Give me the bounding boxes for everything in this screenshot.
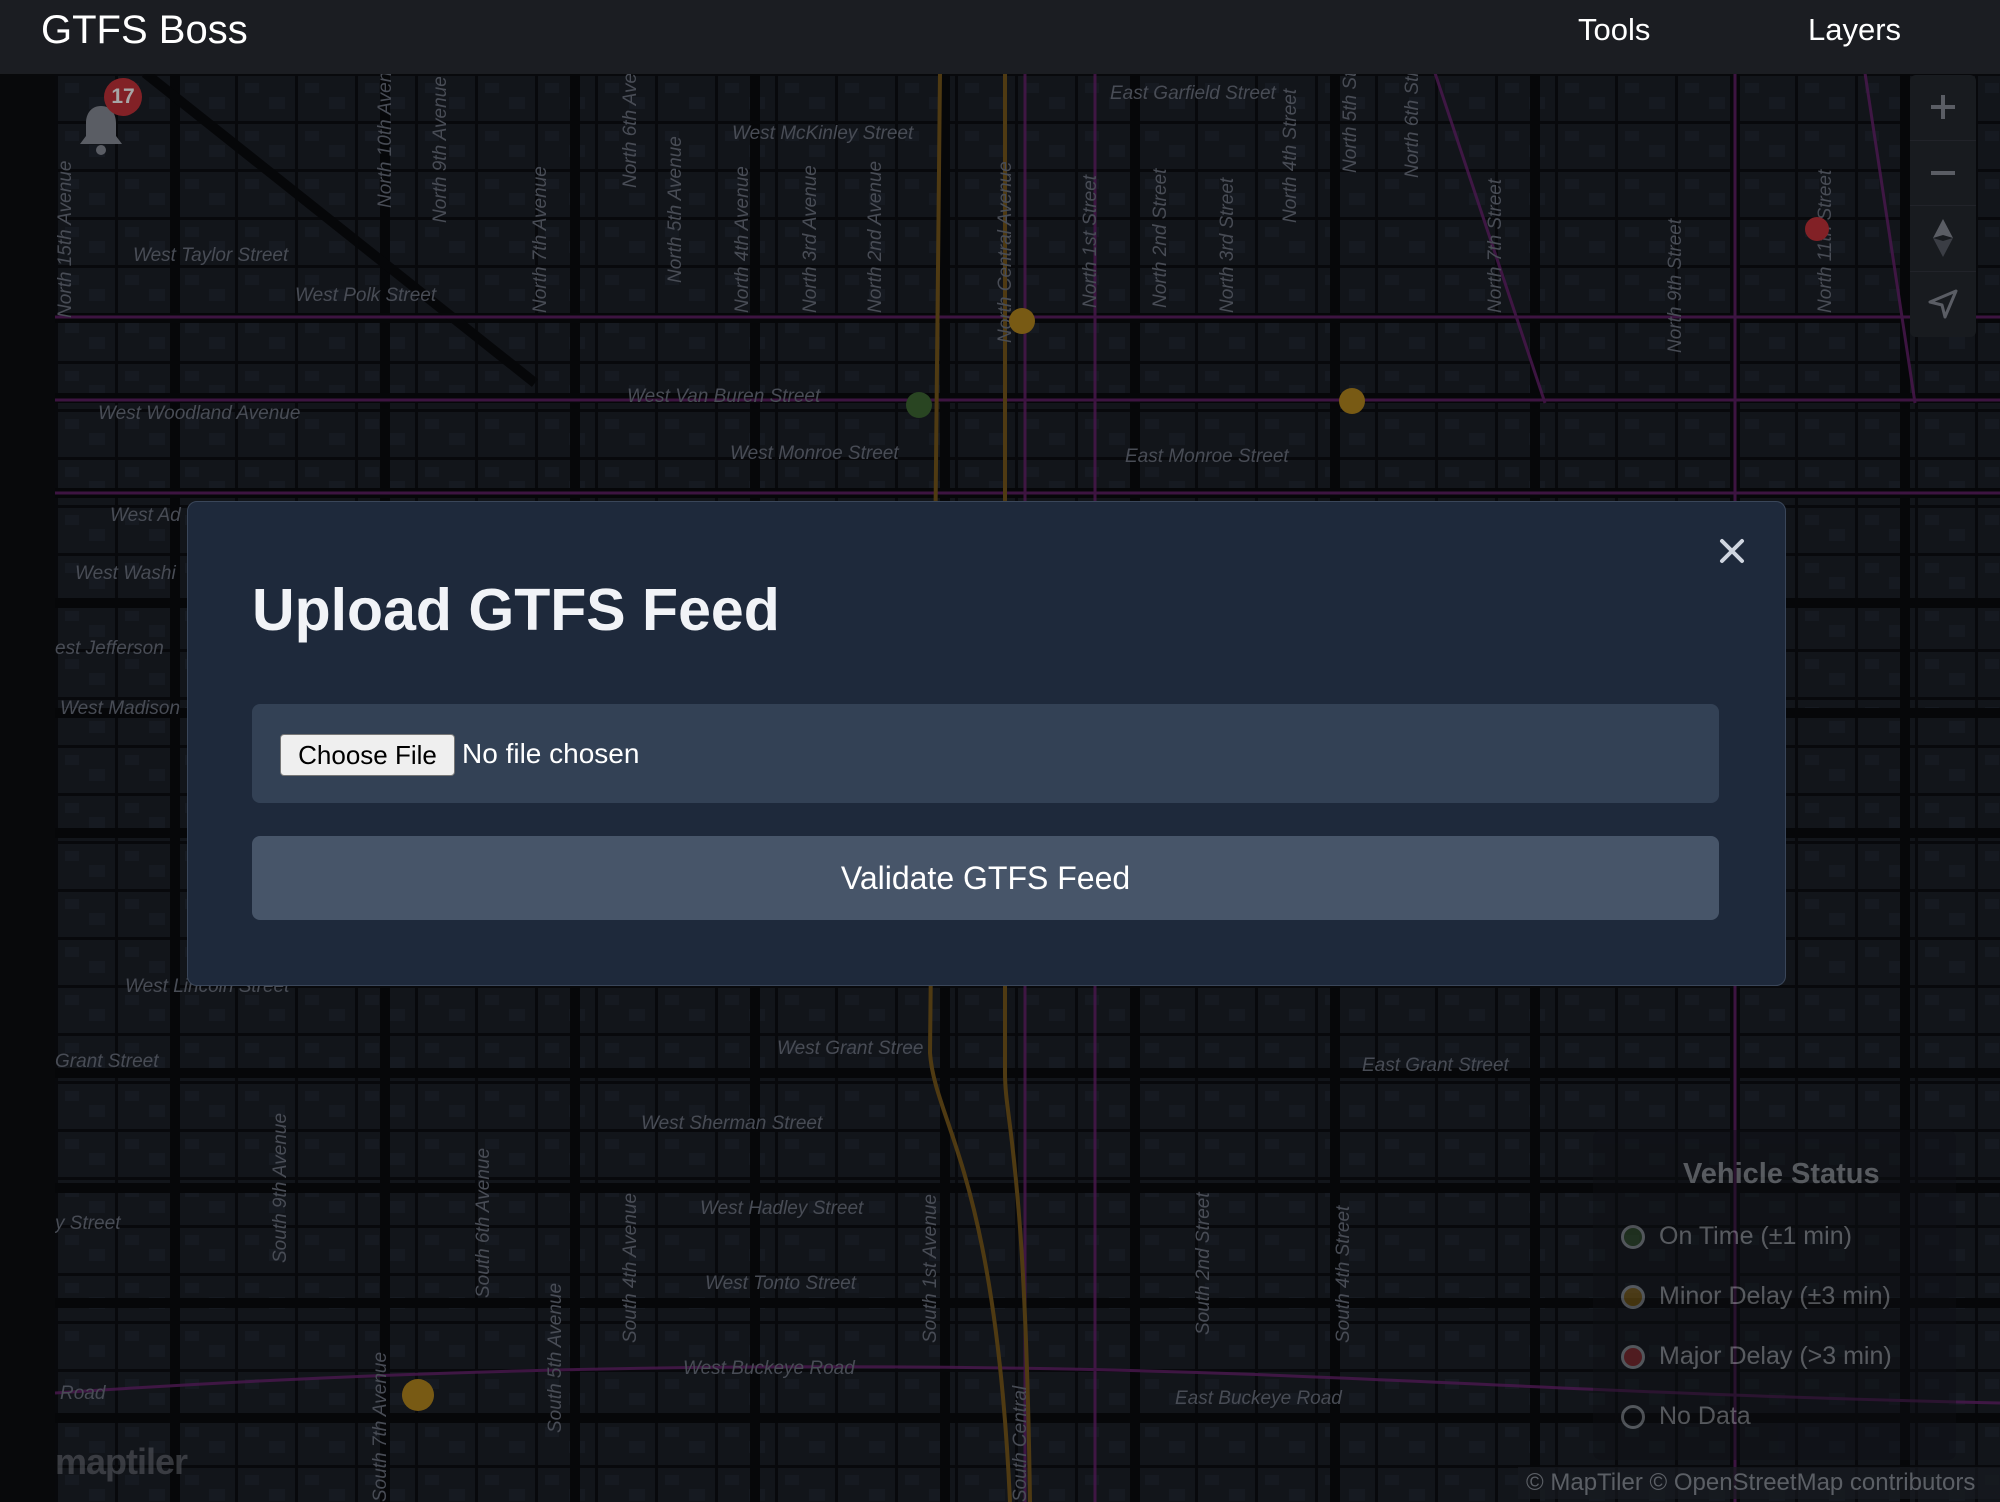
close-icon[interactable]: [1719, 531, 1745, 571]
nav-tools[interactable]: Tools: [1578, 12, 1650, 48]
app-brand[interactable]: GTFS Boss: [41, 8, 248, 53]
validate-gtfs-button[interactable]: Validate GTFS Feed: [252, 836, 1719, 920]
file-input-field[interactable]: Choose File No file chosen: [252, 704, 1719, 803]
top-navbar: GTFS Boss Tools Layers: [0, 0, 2000, 74]
modal-title: Upload GTFS Feed: [252, 577, 780, 643]
file-status-text: No file chosen: [462, 738, 640, 769]
choose-file-button[interactable]: Choose File: [280, 734, 455, 776]
nav-layers[interactable]: Layers: [1808, 12, 1901, 48]
